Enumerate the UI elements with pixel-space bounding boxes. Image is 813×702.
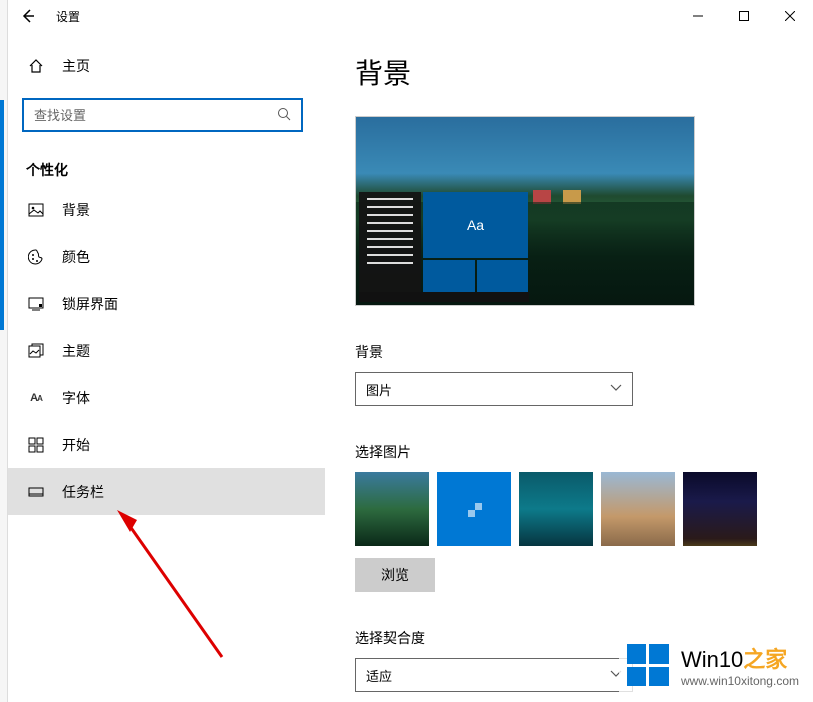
sidebar-item-taskbar[interactable]: 任务栏 [0,468,325,515]
titlebar: 设置 [0,0,813,32]
search-icon [277,107,291,124]
minimize-button[interactable] [675,0,721,32]
close-button[interactable] [767,0,813,32]
home-icon [26,58,46,74]
thumb-1[interactable] [355,472,429,546]
home-label: 主页 [62,56,90,76]
sidebar-item-lockscreen[interactable]: 锁屏界面 [0,280,325,327]
fit-select[interactable]: 适应 [355,658,633,692]
start-icon [26,437,46,453]
themes-icon [26,343,46,359]
thumb-3[interactable] [519,472,593,546]
nav-label: 开始 [62,435,90,455]
window-controls [675,0,813,32]
background-mode-select[interactable]: 图片 [355,372,633,406]
window-title: 设置 [56,8,80,25]
search-field[interactable] [34,108,277,123]
sidebar-item-themes[interactable]: 主题 [0,327,325,374]
home-link[interactable]: 主页 [0,46,325,86]
nav-label: 字体 [62,388,90,408]
nav-label: 锁屏界面 [62,294,118,314]
nav-label: 主题 [62,341,90,361]
fonts-icon: AA [26,392,46,404]
left-edge-decoration [0,0,8,702]
watermark-text: Win10之家 www.win10xitong.com [681,642,799,688]
arrow-left-icon [21,9,35,23]
taskbar-icon [26,484,46,500]
browse-button[interactable]: 浏览 [355,558,435,592]
settings-window: 设置 主页 个性化 背景 [0,0,813,702]
select-value: 图片 [366,380,392,399]
preview-sample-tile: Aa [423,192,528,258]
watermark: Win10之家 www.win10xitong.com [619,638,807,692]
select-value: 适应 [366,666,392,685]
close-icon [785,11,795,21]
chevron-down-icon [610,383,622,395]
choose-image-label: 选择图片 [355,442,783,462]
preview-taskbar [359,292,529,302]
search-container [0,86,325,144]
sidebar-item-start[interactable]: 开始 [0,421,325,468]
preview-tiles: Aa [423,192,528,292]
windows-logo-icon [627,644,669,686]
page-title: 背景 [355,52,783,92]
sidebar-item-colors[interactable]: 颜色 [0,233,325,280]
thumb-5[interactable] [683,472,757,546]
picture-icon [26,202,46,218]
search-input[interactable] [22,98,303,132]
content-area: 主页 个性化 背景 颜色 锁屏界面 [0,32,813,702]
image-thumbnails [355,472,783,546]
preview-start-menu [359,192,421,292]
nav-label: 任务栏 [62,482,104,502]
section-title: 个性化 [0,144,325,186]
background-preview: Aa [355,116,695,306]
nav-label: 颜色 [62,247,90,267]
sidebar-item-background[interactable]: 背景 [0,186,325,233]
maximize-icon [739,11,749,21]
nav-label: 背景 [62,200,90,220]
back-button[interactable] [8,0,48,32]
maximize-button[interactable] [721,0,767,32]
thumb-4[interactable] [601,472,675,546]
palette-icon [26,249,46,265]
thumb-2[interactable] [437,472,511,546]
minimize-icon [693,11,703,21]
main-panel: 背景 Aa 背景 图片 选择图片 [325,32,813,702]
sidebar-item-fonts[interactable]: AA 字体 [0,374,325,421]
lockscreen-icon [26,296,46,312]
background-mode-label: 背景 [355,342,783,362]
sidebar: 主页 个性化 背景 颜色 锁屏界面 [0,32,325,702]
